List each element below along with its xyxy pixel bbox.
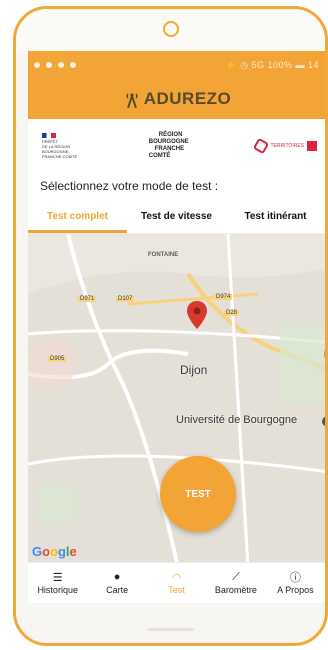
google-logo: Google: [32, 544, 77, 559]
region-logo: RÉGION BOURGOGNE FRANCHE COMTÉ: [149, 132, 209, 160]
fontaine-label: FONTAINE: [148, 252, 179, 258]
nav-barometre[interactable]: ⟋ Baromètre: [206, 563, 265, 603]
red-square-icon: [307, 141, 317, 151]
nav-carte[interactable]: ● Carte: [87, 563, 146, 603]
nav-label: Baromètre: [214, 585, 257, 595]
road-label-d971: D971: [78, 296, 97, 302]
hexagon-icon: [253, 137, 270, 155]
tab-test-itinerant[interactable]: Test itinérant: [226, 203, 325, 233]
camera-icon: [162, 21, 179, 37]
test-mode-tabs: Test complet Test de vitesse Test itinér…: [28, 203, 325, 234]
map-view[interactable]: FONTAINE D971 D107 D974 D28 D905 Dijon U…: [28, 234, 325, 567]
french-flag-icon: [42, 133, 56, 138]
status-dot-icon: [70, 62, 76, 68]
chart-icon: ⟋: [232, 570, 240, 583]
tab-test-complet[interactable]: Test complet: [28, 203, 127, 233]
territoires-text: TERRITOIRES: [270, 143, 304, 149]
nav-label: Test: [168, 585, 185, 595]
bottom-navigation: ☰ Historique ● Carte ◠ Test ⟋ Baromètre …: [28, 562, 325, 603]
info-icon: ⓘ: [289, 572, 301, 584]
region-line: RÉGION: [158, 132, 183, 138]
status-dot-icon: [34, 62, 40, 68]
prefet-line: FRANCHE-COMTÉ: [42, 154, 78, 159]
app-logo: ADUREZO: [122, 89, 232, 109]
signal-tower-icon: [125, 93, 138, 108]
app-name: ADUREZO: [143, 89, 232, 108]
nav-test[interactable]: ◠ Test: [147, 563, 206, 603]
location-icon: ●: [113, 571, 121, 583]
region-line: COMTÉ: [148, 153, 171, 159]
speed-icon: ◠: [171, 571, 182, 584]
nav-historique[interactable]: ☰ Historique: [28, 563, 87, 603]
nav-a-propos[interactable]: ⓘ A Propos: [266, 563, 325, 603]
region-line: BOURGOGNE: [148, 139, 189, 145]
status-bar: ⚡ ◷ 5G 100% ▬ 14: [28, 51, 325, 79]
status-indicators: [34, 62, 76, 68]
test-button[interactable]: TEST: [160, 456, 236, 532]
status-dot-icon: [46, 62, 52, 68]
home-indicator[interactable]: [147, 628, 194, 631]
mode-select-title: Sélectionnez votre mode de test :: [40, 179, 219, 193]
university-icon: [322, 416, 325, 427]
phone-top-bezel: [16, 9, 325, 51]
partner-logos: PRÉFET DE LA RÉGION BOURGOGNE- FRANCHE-C…: [28, 119, 325, 173]
city-label: Dijon: [180, 363, 208, 377]
status-dot-icon: [58, 62, 64, 68]
google-text: Google: [32, 544, 77, 559]
prefet-logo: PRÉFET DE LA RÉGION BOURGOGNE- FRANCHE-C…: [42, 133, 102, 159]
location-pin-icon[interactable]: [186, 300, 208, 330]
list-icon: ☰: [52, 571, 63, 584]
road-label-d28: D28: [224, 310, 240, 316]
road-label-d974: D974: [214, 294, 233, 300]
tab-test-vitesse[interactable]: Test de vitesse: [127, 203, 226, 233]
nav-label: Historique: [37, 585, 78, 595]
region-line: FRANCHE: [154, 146, 185, 152]
road-label-d905: D905: [48, 356, 67, 362]
status-right-text: ⚡ ◷ 5G 100% ▬ 14: [225, 59, 319, 70]
nav-label: A Propos: [277, 585, 314, 595]
app-screen: ⚡ ◷ 5G 100% ▬ 14 ADUREZO PRÉFET DE LA RÉ…: [28, 51, 325, 603]
road-label-d107: D107: [116, 296, 135, 302]
nav-label: Carte: [106, 585, 129, 595]
app-bar: ADUREZO: [28, 79, 325, 119]
phone-frame: ⚡ ◷ 5G 100% ▬ 14 ADUREZO PRÉFET DE LA RÉ…: [13, 6, 328, 646]
university-label: Université de Bourgogne: [176, 414, 298, 426]
territoires-logo: TERRITOIRES: [253, 137, 317, 155]
